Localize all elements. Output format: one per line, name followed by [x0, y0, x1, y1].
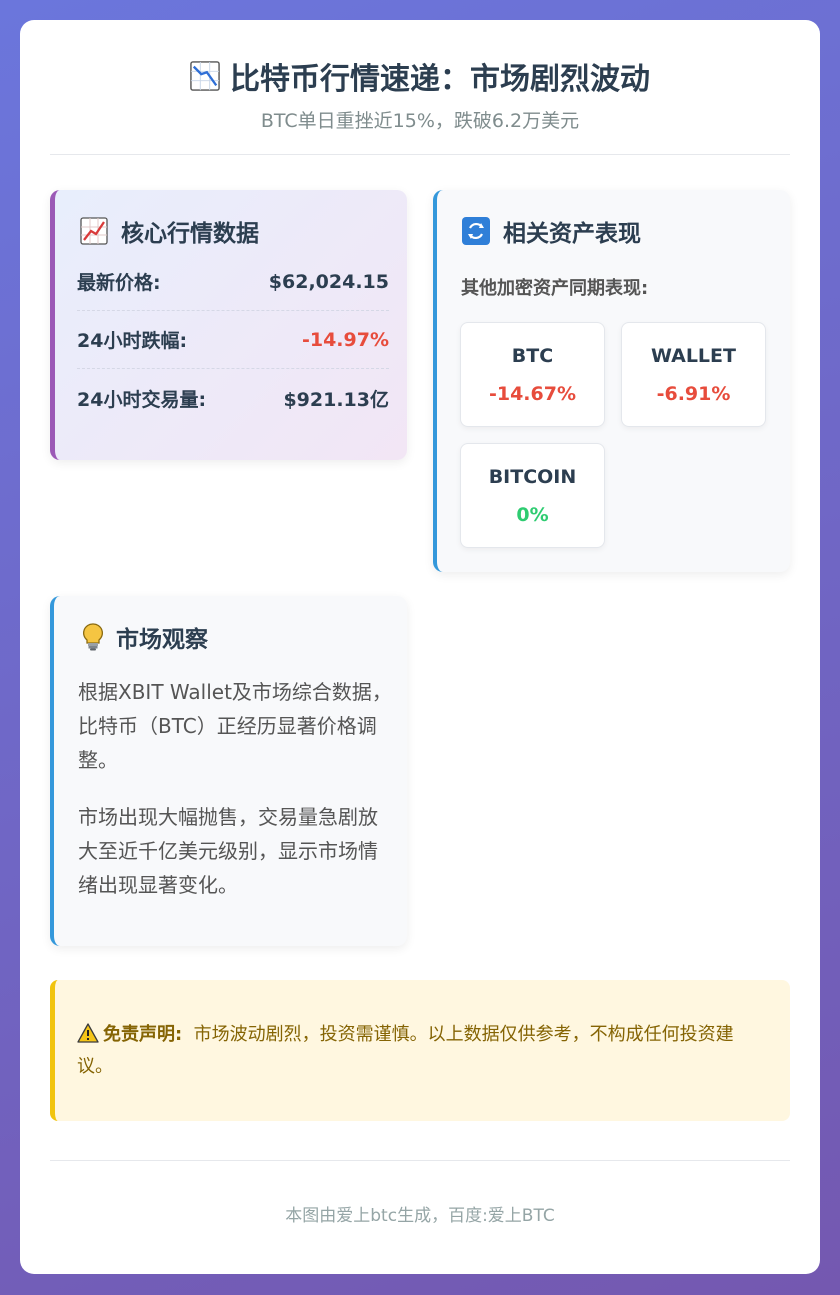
asset-change: 0% [516, 504, 549, 526]
page-title-text: 比特币行情速递：市场剧烈波动 [230, 62, 650, 97]
asset-name: BITCOIN [488, 466, 577, 488]
volume-value: $921.13亿 [283, 388, 389, 411]
related-assets-title-text: 相关资产表现 [503, 221, 641, 247]
change-row: 24小时跌幅: -14.97% [77, 311, 389, 369]
related-assets-subtitle: 其他加密资产同期表现: [461, 278, 649, 299]
observation-paragraph-2: 市场出现大幅抛售，交易量急剧放大至近千亿美元级别，显示市场情绪出现显著变化。 [78, 805, 378, 897]
price-label: 最新价格: [77, 272, 161, 294]
related-assets-panel: 相关资产表现 其他加密资产同期表现: BTC -14.67% WALLET -6… [433, 190, 790, 572]
asset-name: WALLET [651, 345, 736, 367]
lightbulb-icon [78, 622, 108, 652]
header: 比特币行情速递：市场剧烈波动 BTC单日重挫近15%，跌破6.2万美元 [50, 20, 790, 155]
asset-tile-bitcoin: BITCOIN 0% [460, 443, 605, 548]
price-value: $62,024.15 [268, 270, 389, 293]
page-title: 比特币行情速递：市场剧烈波动 [50, 54, 790, 98]
report-card: 比特币行情速递：市场剧烈波动 BTC单日重挫近15%，跌破6.2万美元 核心行情… [20, 20, 820, 1274]
related-assets-title: 相关资产表现 [461, 214, 641, 248]
market-data-panel: 核心行情数据 最新价格: $62,024.15 24小时跌幅: -14.97% … [50, 190, 407, 460]
asset-tile-btc: BTC -14.67% [460, 322, 605, 427]
market-data-title: 核心行情数据 [79, 214, 259, 248]
market-data-title-text: 核心行情数据 [121, 221, 259, 247]
asset-name: BTC [511, 345, 554, 367]
market-observation-title: 市场观察 [78, 620, 208, 654]
warning-icon [77, 1023, 99, 1052]
volume-row: 24小时交易量: $921.13亿 [77, 369, 389, 427]
disclaimer-text: 免责声明: 市场波动剧烈，投资需谨慎。以上数据仅供参考，不构成任何投资建议。 [77, 1020, 767, 1081]
asset-tile-wallet: WALLET -6.91% [621, 322, 766, 427]
disclaimer-box: 免责声明: 市场波动剧烈，投资需谨慎。以上数据仅供参考，不构成任何投资建议。 [50, 980, 790, 1121]
price-row: 最新价格: $62,024.15 [77, 253, 389, 311]
chart-down-icon [190, 61, 220, 91]
refresh-icon [461, 216, 491, 246]
asset-change: -6.91% [656, 383, 731, 405]
footer: 本图由爱上btc生成，百度:爱上BTC [50, 1160, 790, 1274]
observation-paragraph-1: 根据XBIT Wallet及市场综合数据，比特币（BTC）正经历显著价格调整。 [78, 680, 392, 772]
disclaimer-label: 免责声明: [103, 1024, 183, 1045]
page-subtitle: BTC单日重挫近15%，跌破6.2万美元 [260, 110, 580, 132]
market-observation-panel: 市场观察 根据XBIT Wallet及市场综合数据，比特币（BTC）正经历显著价… [50, 596, 407, 946]
asset-change: -14.67% [488, 383, 577, 405]
market-observation-title-text: 市场观察 [116, 627, 208, 653]
chart-up-icon [79, 216, 109, 246]
footer-text: 本图由爱上btc生成，百度:爱上BTC [285, 1206, 555, 1226]
change-label: 24小时跌幅: [77, 330, 188, 352]
volume-label: 24小时交易量: [77, 388, 207, 411]
change-value: -14.97% [301, 328, 389, 351]
